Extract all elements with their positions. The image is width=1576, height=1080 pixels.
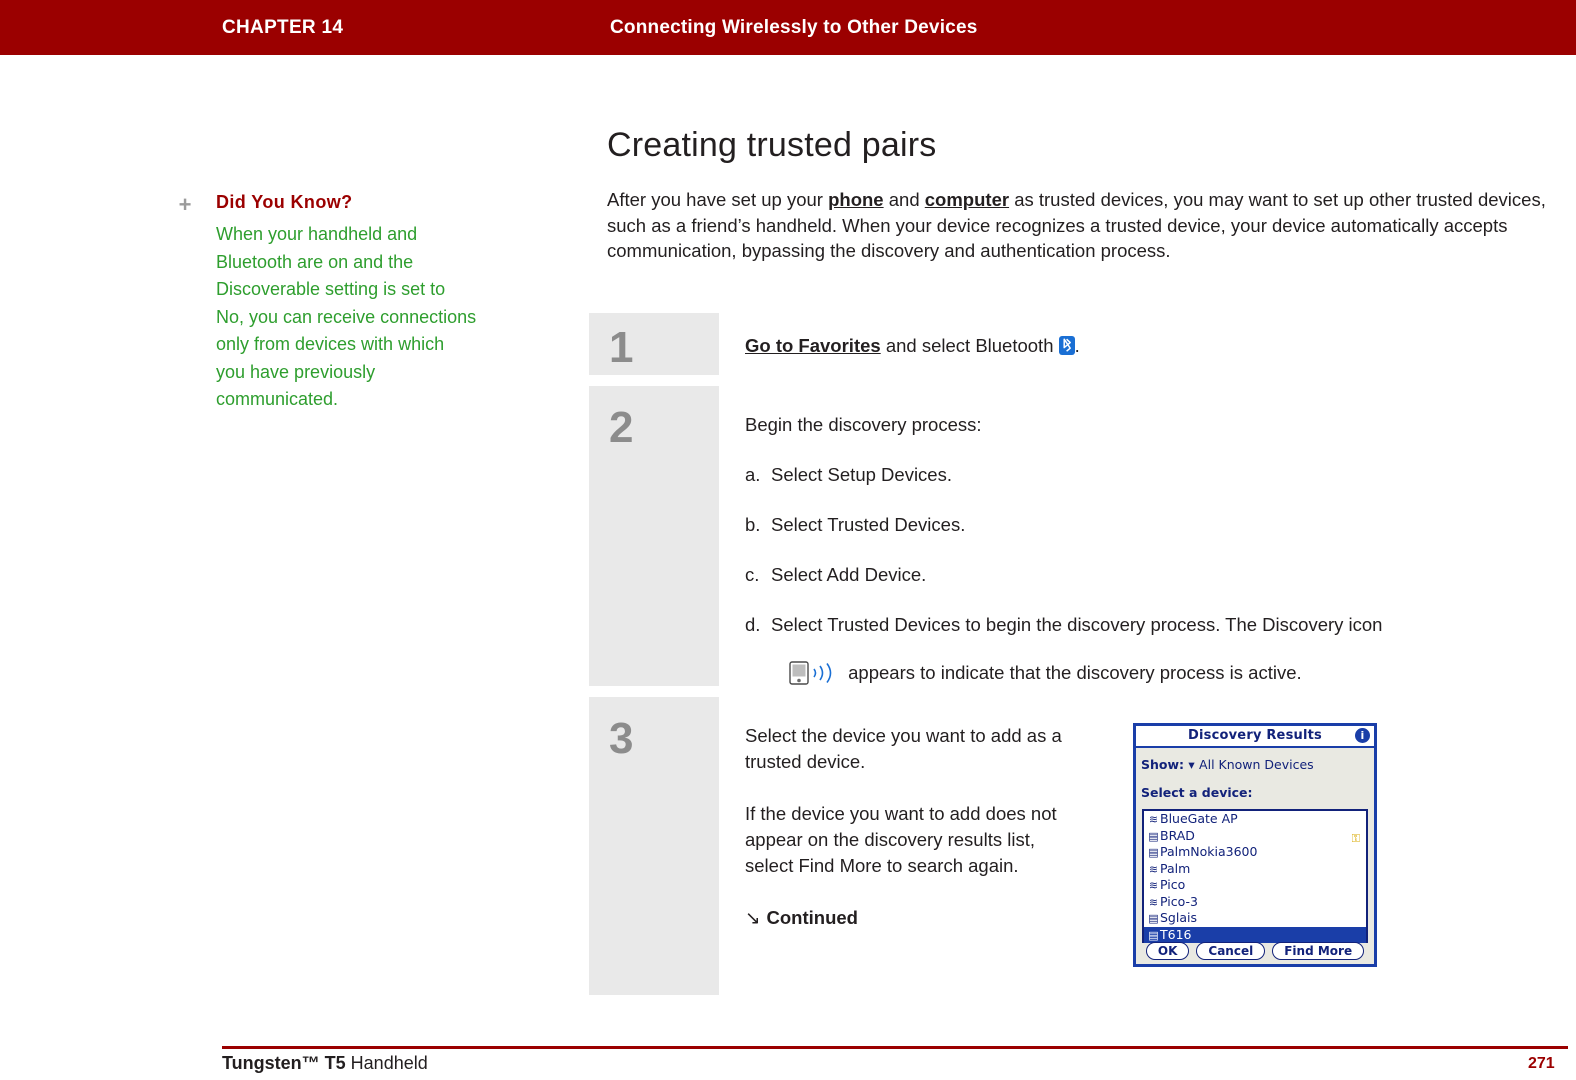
step-2-item-d-continued: appears to indicate that the discovery p… [789,660,1544,686]
steps-list: 1 Go to Favorites and select Bluetooth .… [589,313,1568,1006]
computer-link[interactable]: computer [925,189,1009,210]
device-name: Pico-3 [1160,893,1198,909]
intro-text-1: After you have set up your [607,189,829,210]
go-to-favorites-link[interactable]: Go to Favorites [745,335,881,356]
page-title: Creating trusted pairs [607,126,937,164]
wifi-icon: ≋ [1148,895,1159,909]
list-item[interactable]: ≋ BlueGate AP [1144,811,1366,828]
page-number: 271 [1528,1055,1555,1072]
step-3-para-2: If the device you want to add does not a… [745,803,1057,876]
wifi-icon: ≋ [1148,862,1159,876]
step-2-item-d: d. Select Trusted Devices to begin the di… [745,612,1544,638]
step-1-number-col: 1 [589,313,719,375]
show-value: All Known Devices [1199,757,1314,772]
did-you-know-title: Did You Know? [216,192,353,212]
footer-divider [222,1046,1568,1049]
step-2-item-d-tail: appears to indicate that the discovery p… [843,662,1302,683]
list-item[interactable]: ≋ Palm [1144,861,1366,878]
step-3: 3 Select the device you want to add as a… [589,697,1568,995]
step-2-lead: Begin the discovery process: [745,414,982,435]
list-item[interactable]: ▤BRAD ⚿ [1144,828,1366,845]
device-name: Sglais [1160,910,1197,925]
list-item[interactable]: ≋ Pico-3 [1144,894,1366,911]
step-2-item-a-text: Select Setup Devices. [771,464,952,485]
device-name: T616 [1160,926,1192,942]
footer-product: Tungsten™ T5 Handheld [222,1053,428,1074]
step-2-number: 2 [609,403,634,452]
device-list[interactable]: ≋ BlueGate AP ▤BRAD ⚿ ▤PalmNokia3600 ≋ Palm… [1142,809,1368,943]
discovery-results-titlebar: Discovery Results i [1136,726,1374,748]
step-1: 1 Go to Favorites and select Bluetooth . [589,313,1568,375]
list-item-selected[interactable]: ▤T616 [1144,926,1366,943]
intro-paragraph: After you have set up your phone and com… [607,187,1567,264]
device-icon: ▤ [1148,829,1159,843]
bluetooth-icon [1058,336,1075,355]
page-header: CHAPTER 14 Connecting Wirelessly to Othe… [0,0,1576,55]
step-2-item-d-label: d. [745,614,761,635]
phone-link[interactable]: phone [828,189,884,210]
step-2: 2 Begin the discovery process: a. Select … [589,386,1568,686]
find-more-button[interactable]: Find More [1272,942,1365,960]
step-2-item-a: a. Select Setup Devices. [745,462,1544,488]
list-item[interactable]: ≋ Pico [1144,877,1366,894]
step-3-text: Select the device you want to add as a t… [745,723,1085,967]
step-2-item-c-label: c. [745,564,760,585]
device-icon: ▤ [1148,846,1159,859]
discovery-results-dialog: Discovery Results i Show: ▾ All Known De… [1133,723,1377,967]
did-you-know-body: When your handheld and Bluetooth are on … [216,224,477,409]
continued-arrow-icon: ↘ [745,907,761,928]
step-1-text: and select Bluetooth [880,335,1059,356]
cancel-button[interactable]: Cancel [1196,942,1266,960]
step-2-item-c-text: Select Add Device. [771,564,927,585]
info-icon[interactable]: i [1355,728,1370,743]
step-2-item-b-text: Select Trusted Devices. [771,514,966,535]
device-name: BlueGate AP [1160,811,1238,826]
select-device-label: Select a device: [1141,785,1253,800]
chapter-label: CHAPTER 14 [222,17,344,38]
step-1-body: Go to Favorites and select Bluetooth . [719,313,1568,375]
chapter-title: Connecting Wirelessly to Other Devices [610,17,978,38]
device-name: Pico [1160,877,1186,892]
device-name: Palm [1160,860,1191,876]
step-1-number: 1 [609,323,634,372]
step-1-tail: . [1074,335,1080,356]
step-2-item-a-label: a. [745,464,761,485]
step-2-body: Begin the discovery process: a. Select Se… [719,386,1568,686]
list-item[interactable]: ▤PalmNokia3600 [1144,844,1366,861]
discovery-results-title: Discovery Results [1188,728,1322,743]
step-2-item-b-label: b. [745,514,761,535]
step-3-number: 3 [609,714,634,763]
device-name: BRAD [1160,827,1195,843]
device-icon: ▤ [1148,912,1159,925]
chevron-down-icon[interactable]: ▾ [1188,757,1194,772]
step-2-item-d-text: Select Trusted Devices to begin the disc… [771,614,1383,635]
step-2-item-c: c. Select Add Device. [745,562,1544,588]
intro-text-2: and [883,189,925,210]
plus-icon: + [178,192,192,217]
wifi-icon: ≋ [1148,879,1159,892]
footer-product-bold: Tungsten™ T5 [222,1053,346,1073]
ok-button[interactable]: OK [1145,942,1190,960]
continued-marker: ↘ Continued [745,905,1085,931]
step-3-number-col: 3 [589,697,719,995]
step-2-item-b: b. Select Trusted Devices. [745,512,1544,538]
wifi-icon: ≋ [1148,813,1159,826]
show-row[interactable]: Show: ▾ All Known Devices [1136,748,1374,778]
footer-product-rest: Handheld [345,1053,428,1073]
step-2-number-col: 2 [589,386,719,686]
show-label: Show: [1141,757,1185,772]
continued-label: Continued [766,907,858,928]
dialog-buttons: OK Cancel Find More [1136,942,1374,960]
step-3-body: Select the device you want to add as a t… [719,697,1568,995]
step-3-para-1: Select the device you want to add as a t… [745,725,1062,772]
discovery-icon [789,660,843,686]
device-name: PalmNokia3600 [1160,844,1258,859]
list-item[interactable]: ▤Sglais [1144,910,1366,927]
